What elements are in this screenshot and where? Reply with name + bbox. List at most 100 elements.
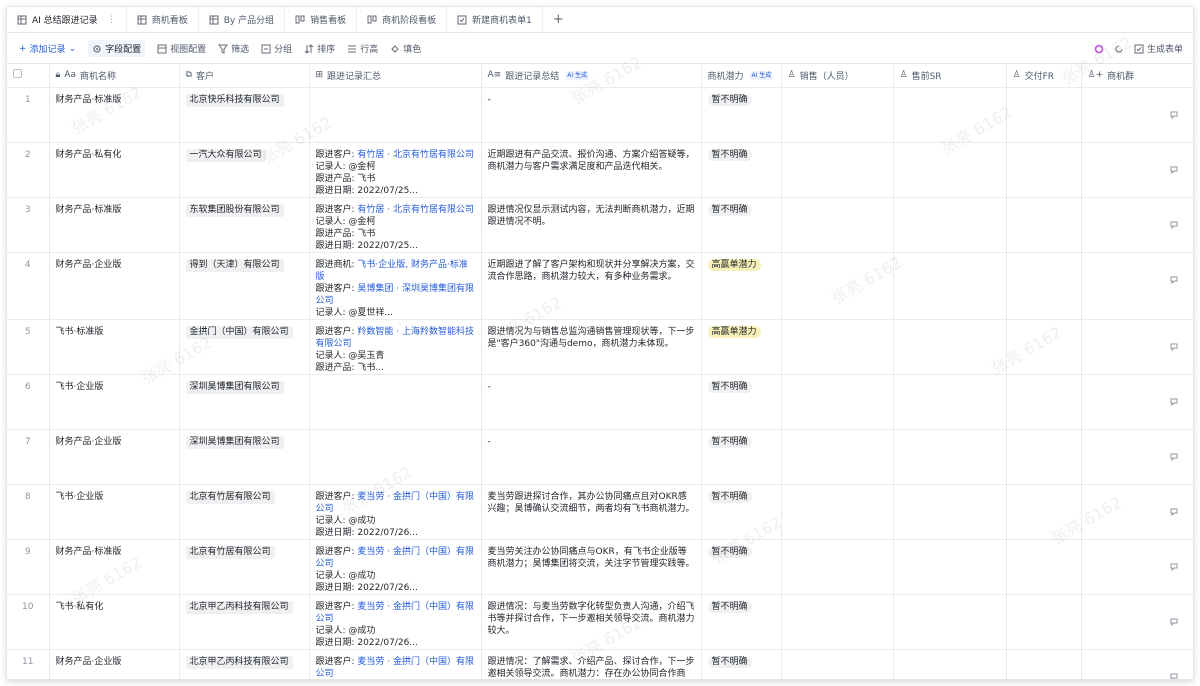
group-chat-cell[interactable]: [1081, 539, 1193, 595]
potential-cell[interactable]: 高赢单潜力: [701, 319, 782, 375]
opportunity-name-cell[interactable]: 财务产品·企业版: [49, 649, 180, 679]
summary-cell[interactable]: -: [481, 429, 702, 485]
customer-cell[interactable]: 北京有竹居有限公司: [179, 484, 310, 540]
sort-button[interactable]: 排序: [304, 42, 335, 55]
followup-value[interactable]: 有竹居 · 北京有竹居有限公司: [357, 150, 474, 160]
table-row[interactable]: 5 飞书·标准版 金拱门（中国）有限公司 跟进客户: 羚数智能 · 上海羚数智能科技有…: [7, 319, 1193, 375]
generate-form-button[interactable]: 生成表单: [1134, 42, 1183, 55]
summary-cell[interactable]: 跟进情况：与麦当劳数字化转型负责人沟通，介绍飞书等并探讨合作，下一步邀相关领导交…: [481, 594, 702, 650]
opportunity-name-cell[interactable]: 飞书·企业版: [49, 374, 180, 430]
table-row[interactable]: 7 财务产品·企业版 深圳昊博集团有限公司 - 暂不明确: [7, 429, 1193, 485]
column-header-group[interactable]: ♙+ 商机群: [1081, 64, 1193, 88]
followup-cell[interactable]: 跟进客户: 麦当劳 · 金拱门（中国）有限公司记录人: @成功跟进日期: 202…: [309, 484, 482, 540]
opportunity-name-cell[interactable]: 财务产品·标准版: [49, 197, 180, 253]
table-row[interactable]: 1 财务产品·标准版 北京快乐科技有限公司 - 暂不明确: [7, 87, 1193, 143]
sales-cell[interactable]: [781, 429, 894, 485]
presales-cell[interactable]: [893, 319, 1007, 375]
field-config-button[interactable]: 字段配置: [88, 40, 146, 57]
row-number-cell[interactable]: 10: [7, 594, 50, 650]
row-number-cell[interactable]: 7: [7, 429, 50, 485]
column-header-potential[interactable]: 商机潜力 AI 生成: [701, 64, 782, 88]
customer-cell[interactable]: 北京快乐科技有限公司: [179, 87, 310, 143]
customer-cell[interactable]: 深圳昊博集团有限公司: [179, 429, 310, 485]
add-group-chat-icon[interactable]: [1088, 656, 1189, 679]
potential-cell[interactable]: 高赢单潜力: [701, 252, 782, 320]
customer-cell[interactable]: 一汽大众有限公司: [179, 142, 310, 198]
sales-cell[interactable]: [781, 197, 894, 253]
add-group-chat-icon[interactable]: [1088, 491, 1189, 517]
customer-cell[interactable]: 北京有竹居有限公司: [179, 539, 310, 595]
table-row[interactable]: 6 飞书·企业版 深圳昊博集团有限公司 - 暂不明确: [7, 374, 1193, 430]
column-header-name[interactable]: 🔒︎ Aa 商机名称: [49, 64, 180, 88]
sales-cell[interactable]: [781, 252, 894, 320]
delivery-cell[interactable]: [1006, 87, 1082, 143]
delivery-cell[interactable]: [1006, 429, 1082, 485]
summary-cell[interactable]: 麦当劳跟进探讨合作，其办公协同痛点且对OKR感兴趣；昊博确认交流细节，两者均有飞…: [481, 484, 702, 540]
group-chat-cell[interactable]: [1081, 197, 1193, 253]
potential-cell[interactable]: 暂不明确: [701, 87, 782, 143]
opportunity-name-cell[interactable]: 财务产品·标准版: [49, 539, 180, 595]
customer-cell[interactable]: 深圳昊博集团有限公司: [179, 374, 310, 430]
customer-cell[interactable]: 金拱门（中国）有限公司: [179, 319, 310, 375]
followup-cell[interactable]: 跟进商机: 飞书·企业版, 财务产品·标准版 跟进客户: 昊博集团 · 深圳昊博集…: [309, 252, 482, 320]
table-row[interactable]: 9 财务产品·标准版 北京有竹居有限公司 跟进客户: 麦当劳 · 金拱门（中国）有限公…: [7, 539, 1193, 595]
table-row[interactable]: 10 飞书·私有化 北京甲乙丙科技有限公司 跟进客户: 麦当劳 · 金拱门（中国）有限…: [7, 594, 1193, 650]
sales-cell[interactable]: [781, 142, 894, 198]
group-chat-cell[interactable]: [1081, 87, 1193, 143]
customer-cell[interactable]: 北京甲乙丙科技有限公司: [179, 649, 310, 679]
add-group-chat-icon[interactable]: [1088, 546, 1189, 572]
filter-button[interactable]: 筛选: [218, 42, 249, 55]
fill-color-button[interactable]: 填色: [390, 42, 421, 55]
customer-cell[interactable]: 东软集团股份有限公司: [179, 197, 310, 253]
delivery-cell[interactable]: [1006, 649, 1082, 679]
followup-cell[interactable]: 跟进客户: 麦当劳 · 金拱门（中国）有限公司记录人: @成功跟进日期: 202…: [309, 539, 482, 595]
presales-cell[interactable]: [893, 374, 1007, 430]
table-row[interactable]: 3 财务产品·标准版 东软集团股份有限公司 跟进客户: 有竹居 · 北京有竹居有限公司…: [7, 197, 1193, 253]
add-group-chat-icon[interactable]: [1088, 149, 1189, 175]
tab-3[interactable]: By 产品分组: [199, 7, 286, 32]
column-header-summary[interactable]: A≡ 跟进记录总结 AI 生成: [481, 64, 702, 88]
tab-5[interactable]: 商机阶段看板: [357, 7, 448, 32]
followup-cell[interactable]: 跟进客户: 有竹居 · 北京有竹居有限公司 记录人: @金柯 跟进产品: 飞书 跟进日…: [309, 197, 482, 253]
group-chat-cell[interactable]: [1081, 429, 1193, 485]
add-group-chat-icon[interactable]: [1088, 436, 1189, 462]
group-chat-cell[interactable]: [1081, 374, 1193, 430]
potential-cell[interactable]: 暂不明确: [701, 197, 782, 253]
sales-cell[interactable]: [781, 594, 894, 650]
tab-1[interactable]: AI 总结跟进记录 ⋮: [7, 7, 127, 32]
presales-cell[interactable]: [893, 142, 1007, 198]
summary-cell[interactable]: 麦当劳关注办公协同痛点与OKR，有飞书企业版等商机潜力；昊博集团将交流，关注字节…: [481, 539, 702, 595]
followup-value[interactable]: 有竹居 · 北京有竹居有限公司: [357, 205, 474, 215]
opportunity-name-cell[interactable]: 财务产品·企业版: [49, 252, 180, 320]
add-group-chat-icon[interactable]: [1088, 94, 1189, 120]
potential-cell[interactable]: 暂不明确: [701, 539, 782, 595]
presales-cell[interactable]: [893, 87, 1007, 143]
group-chat-cell[interactable]: [1081, 319, 1193, 375]
sales-cell[interactable]: [781, 539, 894, 595]
potential-cell[interactable]: 暂不明确: [701, 594, 782, 650]
presales-cell[interactable]: [893, 252, 1007, 320]
group-chat-cell[interactable]: [1081, 252, 1193, 320]
summary-cell[interactable]: -: [481, 374, 702, 430]
group-chat-cell[interactable]: [1081, 484, 1193, 540]
opportunity-name-cell[interactable]: 财务产品·私有化: [49, 142, 180, 198]
row-number-cell[interactable]: 9: [7, 539, 50, 595]
sales-cell[interactable]: [781, 649, 894, 679]
sales-cell[interactable]: [781, 87, 894, 143]
add-group-chat-icon[interactable]: [1088, 204, 1189, 230]
followup-cell[interactable]: 跟进客户: 麦当劳 · 金拱门（中国）有限公司记录人: @成功跟进日期: 202…: [309, 649, 482, 679]
add-group-chat-icon[interactable]: [1088, 601, 1189, 627]
potential-cell[interactable]: 暂不明确: [701, 374, 782, 430]
presales-cell[interactable]: [893, 649, 1007, 679]
column-header-customer[interactable]: ⧉ 客户: [179, 64, 310, 88]
customer-cell[interactable]: 北京甲乙丙科技有限公司: [179, 594, 310, 650]
presales-cell[interactable]: [893, 539, 1007, 595]
add-view-button[interactable]: +: [543, 7, 574, 32]
delivery-cell[interactable]: [1006, 374, 1082, 430]
delivery-cell[interactable]: [1006, 539, 1082, 595]
presales-cell[interactable]: [893, 594, 1007, 650]
summary-cell[interactable]: -: [481, 87, 702, 143]
column-header-followup[interactable]: ⊞ 跟进记录汇总: [309, 64, 482, 88]
tab-4[interactable]: 销售看板: [285, 7, 358, 32]
tab-more-icon[interactable]: ⋮: [107, 15, 116, 25]
